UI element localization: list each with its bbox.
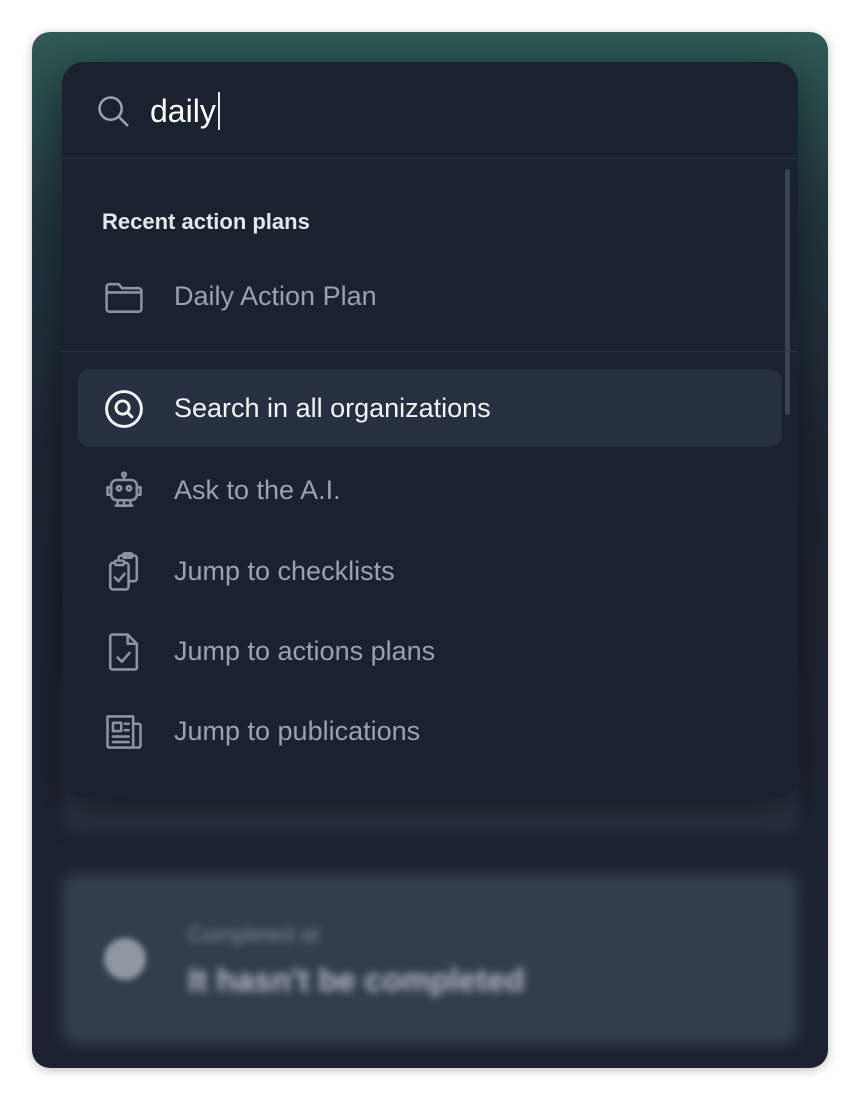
robot-icon xyxy=(106,471,142,507)
action-label: Search in all organizations xyxy=(174,393,491,423)
clipboard-check-icon xyxy=(108,552,139,591)
status-dot-icon xyxy=(104,938,146,980)
recent-item-label: Daily Action Plan xyxy=(174,281,377,311)
text-caret xyxy=(217,92,220,130)
action-label: Ask to the A.I. xyxy=(174,475,341,505)
scroll-fade xyxy=(62,763,798,798)
search-input[interactable] xyxy=(150,88,750,134)
action-ask-ai[interactable]: Ask to the A.I. xyxy=(78,451,782,529)
action-label: Jump to actions plans xyxy=(174,636,436,666)
search-circle-icon xyxy=(105,390,143,428)
app-window: Completed at It hasn't be completed Rece… xyxy=(32,32,828,1068)
action-jump-action-plans[interactable]: Jump to actions plans xyxy=(78,612,782,690)
section-title-recent: Recent action plans xyxy=(102,209,310,234)
action-search-all-organizations[interactable]: Search in all organizations xyxy=(78,369,782,447)
scrollbar[interactable] xyxy=(785,169,790,415)
action-jump-checklists[interactable]: Jump to checklists xyxy=(78,532,782,610)
results-list[interactable]: Recent action plans Daily Action Plan Se… xyxy=(62,159,798,798)
recent-item-daily-action-plan[interactable]: Daily Action Plan xyxy=(78,257,782,335)
command-palette: Recent action plans Daily Action Plan Se… xyxy=(62,62,798,798)
action-jump-publications[interactable]: Jump to publications xyxy=(78,692,782,770)
background-card-subtitle: Completed at xyxy=(188,922,319,947)
action-label: Jump to publications xyxy=(174,716,421,746)
folder-icon xyxy=(105,282,143,313)
file-check-icon xyxy=(108,633,139,671)
divider xyxy=(62,351,798,352)
newspaper-icon xyxy=(106,715,142,749)
action-label: Jump to checklists xyxy=(174,556,395,586)
background-card-title: It hasn't be completed xyxy=(188,962,525,998)
background-status-card xyxy=(62,874,798,1044)
search-bar xyxy=(62,62,798,159)
search-icon xyxy=(98,96,129,127)
